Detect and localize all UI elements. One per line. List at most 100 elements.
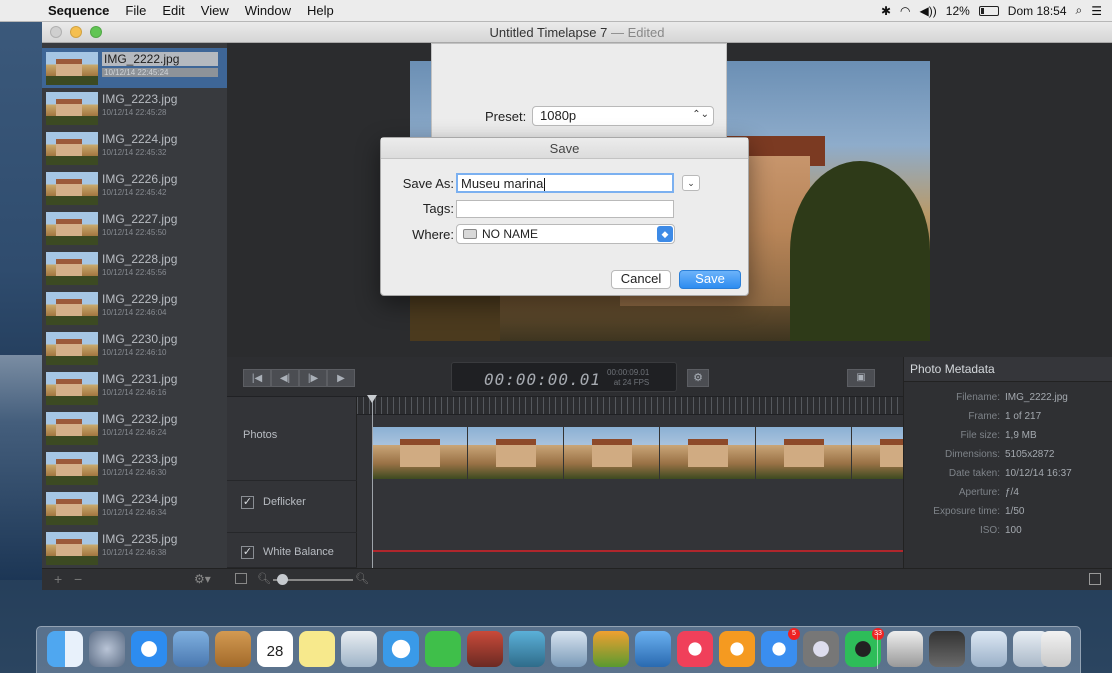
- save-as-field[interactable]: Museu marina: [456, 173, 674, 193]
- notes-icon[interactable]: [299, 631, 335, 667]
- filmstrip-frame: [564, 427, 660, 479]
- list-item[interactable]: IMG_2223.jpg 10/12/14 22:45:28: [42, 88, 227, 128]
- facetime-icon[interactable]: [425, 631, 461, 667]
- menu-window[interactable]: Window: [237, 3, 299, 18]
- remove-photo-button[interactable]: −: [74, 571, 82, 587]
- edited-status[interactable]: — Edited: [611, 25, 664, 40]
- stack-photos-icon[interactable]: [887, 631, 923, 667]
- where-label: Where:: [412, 227, 454, 242]
- list-item[interactable]: IMG_2233.jpg 10/12/14 22:46:30: [42, 448, 227, 488]
- photo-filename: IMG_2234.jpg: [102, 492, 178, 506]
- title-bar[interactable]: Untitled Timelapse 7 — Edited: [42, 22, 1112, 43]
- app-store-icon[interactable]: 5: [761, 628, 800, 667]
- textedit-icon[interactable]: [551, 631, 587, 667]
- preview-app-icon[interactable]: [173, 631, 209, 667]
- app-menu[interactable]: Sequence: [40, 3, 117, 18]
- toggle-sidebar-icon[interactable]: [235, 573, 247, 584]
- filmstrip-frame: [468, 427, 564, 479]
- photo-filmstrip[interactable]: [372, 427, 948, 479]
- safari-icon[interactable]: [131, 631, 167, 667]
- battery-icon[interactable]: [978, 5, 999, 16]
- stack-documents-icon[interactable]: [971, 631, 1007, 667]
- list-item[interactable]: IMG_2230.jpg 10/12/14 22:46:10: [42, 328, 227, 368]
- list-item[interactable]: IMG_2232.jpg 10/12/14 22:46:24: [42, 408, 227, 448]
- metadata-key: Exposure time:: [933, 506, 1000, 517]
- notification-center-icon[interactable]: ☰: [1091, 4, 1102, 18]
- zoom-in-icon[interactable]: 🔍︎: [355, 572, 369, 585]
- photo-date: 10/12/14 22:46:30: [102, 468, 167, 477]
- list-item[interactable]: IMG_2228.jpg 10/12/14 22:45:56: [42, 248, 227, 288]
- list-item[interactable]: IMG_2222.jpg 10/12/14 22:45:24: [42, 48, 227, 88]
- metadata-key: ISO:: [979, 525, 1000, 536]
- spotify-icon[interactable]: 33: [845, 628, 884, 667]
- clock[interactable]: Dom 18:54: [1008, 4, 1067, 18]
- menu-help[interactable]: Help: [299, 3, 342, 18]
- menu-file[interactable]: File: [117, 3, 154, 18]
- list-item[interactable]: IMG_2227.jpg 10/12/14 22:45:50: [42, 208, 227, 248]
- playhead[interactable]: [367, 395, 377, 568]
- go-to-start-button[interactable]: |◀: [243, 369, 271, 387]
- preset-dropdown[interactable]: 1080p ⌃⌄: [532, 106, 714, 126]
- wifi-icon[interactable]: ◠: [900, 4, 910, 18]
- trash-icon[interactable]: [1041, 631, 1071, 667]
- deflicker-checkbox[interactable]: ✓: [241, 496, 254, 509]
- list-item[interactable]: IMG_2235.jpg 10/12/14 22:46:38: [42, 528, 227, 568]
- settings-gear-icon[interactable]: ⚙: [687, 369, 709, 387]
- metadata-value: 1/50: [1005, 506, 1025, 517]
- step-forward-button[interactable]: ▶: [327, 369, 355, 387]
- list-item[interactable]: IMG_2234.jpg 10/12/14 22:46:34: [42, 488, 227, 528]
- toggle-metadata-icon[interactable]: [1089, 573, 1101, 585]
- white-balance-curve[interactable]: [372, 550, 903, 552]
- export-icon[interactable]: ▣: [847, 369, 875, 387]
- contacts-icon[interactable]: [215, 631, 251, 667]
- filmstrip-frame: [372, 427, 468, 479]
- list-item[interactable]: IMG_2226.jpg 10/12/14 22:45:42: [42, 168, 227, 208]
- numbers-icon[interactable]: [593, 631, 629, 667]
- cancel-button[interactable]: Cancel: [611, 270, 671, 289]
- calendar-icon[interactable]: 28: [257, 631, 293, 667]
- list-item[interactable]: IMG_2231.jpg 10/12/14 22:46:16: [42, 368, 227, 408]
- photo-filename: IMG_2228.jpg: [102, 252, 178, 266]
- volume-icon[interactable]: ◀)): [920, 4, 937, 18]
- spotlight-icon[interactable]: ⌕: [1076, 3, 1083, 18]
- track-photos: Photos: [227, 415, 357, 481]
- image-capture-icon[interactable]: [341, 631, 377, 667]
- photo-date: 10/12/14 22:45:56: [102, 268, 167, 277]
- current-timecode: 00:00:00.01: [484, 370, 601, 389]
- step-back-button[interactable]: ◀|: [271, 369, 299, 387]
- tags-field[interactable]: [456, 200, 674, 218]
- photo-filename: IMG_2222.jpg: [102, 52, 218, 66]
- photo-date: 10/12/14 22:46:24: [102, 428, 167, 437]
- gear-icon[interactable]: ⚙▾: [194, 572, 211, 586]
- list-item[interactable]: IMG_2229.jpg 10/12/14 22:46:04: [42, 288, 227, 328]
- metadata-key: Filename:: [956, 392, 1000, 403]
- keynote-icon[interactable]: [635, 631, 671, 667]
- zoom-out-icon[interactable]: 🔍︎: [257, 572, 271, 585]
- zoom-slider-knob[interactable]: [277, 574, 288, 585]
- photo-filename: IMG_2233.jpg: [102, 452, 178, 466]
- add-photo-button[interactable]: +: [54, 571, 62, 587]
- save-button[interactable]: Save: [679, 270, 741, 289]
- system-preferences-icon[interactable]: [803, 631, 839, 667]
- bluetooth-icon[interactable]: ✱: [881, 4, 891, 18]
- where-dropdown[interactable]: NO NAME ◆: [456, 224, 675, 244]
- spotify-badge: 33: [872, 628, 884, 640]
- finder-icon[interactable]: [47, 631, 83, 667]
- timeline-ruler[interactable]: [357, 397, 903, 415]
- stack-downloads-icon[interactable]: [929, 631, 965, 667]
- messages-icon[interactable]: [383, 631, 419, 667]
- ibooks-icon[interactable]: [719, 631, 755, 667]
- itunes-icon[interactable]: [677, 631, 713, 667]
- text-caret: [544, 178, 546, 192]
- track-deflicker: ✓ Deflicker: [227, 481, 357, 533]
- total-duration: 00:00:09.01 at 24 FPS: [607, 368, 649, 388]
- white-balance-checkbox[interactable]: ✓: [241, 546, 254, 559]
- menu-edit[interactable]: Edit: [154, 3, 192, 18]
- photo-booth-icon[interactable]: [467, 631, 503, 667]
- iphoto-icon[interactable]: [509, 631, 545, 667]
- expand-dialog-button[interactable]: ⌄: [682, 175, 700, 191]
- menu-view[interactable]: View: [193, 3, 237, 18]
- play-button[interactable]: |▶: [299, 369, 327, 387]
- launchpad-icon[interactable]: [89, 631, 125, 667]
- list-item[interactable]: IMG_2224.jpg 10/12/14 22:45:32: [42, 128, 227, 168]
